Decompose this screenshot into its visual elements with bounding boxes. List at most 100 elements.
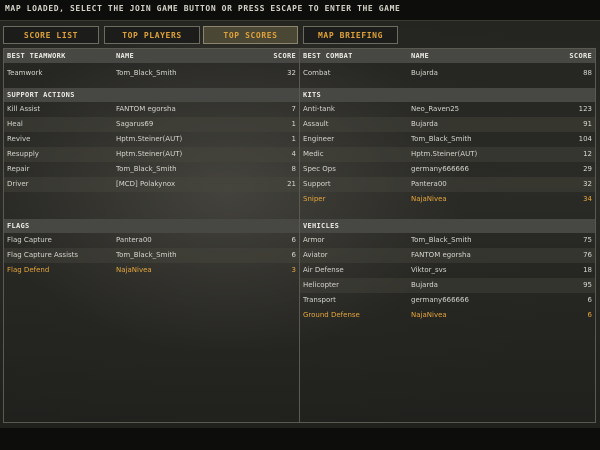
table-row: Air Defense Viktor_svs 18 [300, 263, 595, 278]
score-value: 104 [578, 135, 592, 143]
player-name: Tom_Black_Smith [411, 236, 472, 244]
category-label: Helicopter [303, 281, 339, 289]
player-name: Pantera00 [411, 180, 447, 188]
table-row: Assault Bujarda 91 [300, 117, 595, 132]
tab-top-players[interactable]: TOP PLAYERS [104, 26, 200, 44]
player-name: FANTOM egorsha [116, 105, 176, 113]
table-row-highlighted: Sniper NajaNivea 34 [300, 192, 595, 207]
score-value: 88 [583, 69, 592, 77]
table-row: Flag Capture Pantera00 6 [4, 233, 299, 248]
tab-score-list[interactable]: SCORE LIST [3, 26, 99, 44]
section-title: BEST TEAMWORK [7, 52, 66, 60]
status-message: MAP LOADED, SELECT THE JOIN GAME BUTTON … [5, 4, 401, 13]
category-label: Armor [303, 236, 325, 244]
tab-map-briefing[interactable]: MAP BRIEFING [303, 26, 398, 44]
category-label: Driver [7, 180, 29, 188]
section-title: KITS [303, 91, 322, 99]
score-value: 6 [587, 311, 592, 319]
section-header: VEHICLES [300, 219, 595, 233]
player-name: Tom_Black_Smith [116, 165, 177, 173]
score-value: 91 [583, 120, 592, 128]
table-row: Transport germany666666 6 [300, 293, 595, 308]
score-value: 75 [583, 236, 592, 244]
score-value: 95 [583, 281, 592, 289]
table-row: Anti-tank Neo_Raven25 123 [300, 102, 595, 117]
player-name: Hptm.Steiner(AUT) [116, 150, 183, 158]
score-value: 3 [291, 266, 296, 274]
table-row: Medic Hptm.Steiner(AUT) 12 [300, 147, 595, 162]
score-value: 1 [291, 120, 296, 128]
category-label: Kill Assist [7, 105, 41, 113]
tab-top-scores[interactable]: TOP SCORES [203, 26, 298, 44]
table-row: Resupply Hptm.Steiner(AUT) 4 [4, 147, 299, 162]
score-value: 18 [583, 266, 592, 274]
category-label: Aviator [303, 251, 328, 259]
score-value: 32 [287, 69, 296, 77]
category-label: Ground Defense [303, 311, 360, 319]
category-label: Flag Defend [7, 266, 50, 274]
table-row: Spec Ops germany666666 29 [300, 162, 595, 177]
name-column-header: NAME [116, 52, 135, 60]
table-row: Flag Capture Assists Tom_Black_Smith 6 [4, 248, 299, 263]
category-label: Medic [303, 150, 324, 158]
score-value: 7 [291, 105, 296, 113]
player-name: Pantera00 [116, 236, 152, 244]
section-title: SUPPORT ACTIONS [7, 91, 75, 99]
table-row: Engineer Tom_Black_Smith 104 [300, 132, 595, 147]
kits-section: KITS Anti-tank Neo_Raven25 123 Assault B… [300, 88, 595, 208]
table-row: Kill Assist FANTOM egorsha 7 [4, 102, 299, 117]
score-value: 123 [578, 105, 592, 113]
table-row: Teamwork Tom_Black_Smith 32 [4, 66, 299, 81]
score-value: 6 [291, 236, 296, 244]
section-title: BEST COMBAT [303, 52, 353, 60]
player-name: NajaNivea [411, 195, 447, 203]
category-label: Engineer [303, 135, 335, 143]
section-header: BEST COMBAT NAME SCORE [300, 49, 595, 63]
table-row-highlighted: Ground Defense NajaNivea 6 [300, 308, 595, 323]
score-value: 32 [583, 180, 592, 188]
category-label: Transport [303, 296, 336, 304]
category-label: Flag Capture Assists [7, 251, 79, 259]
player-name: Tom_Black_Smith [116, 69, 177, 77]
category-label: Spec Ops [303, 165, 336, 173]
category-label: Sniper [303, 195, 326, 203]
player-name: Sagarus69 [116, 120, 154, 128]
table-row: Repair Tom_Black_Smith 8 [4, 162, 299, 177]
table-row: Armor Tom_Black_Smith 75 [300, 233, 595, 248]
score-value: 29 [583, 165, 592, 173]
player-name: Bujarda [411, 120, 438, 128]
score-value: 12 [583, 150, 592, 158]
player-name: Viktor_svs [411, 266, 447, 274]
table-row: Support Pantera00 32 [300, 177, 595, 192]
section-title: VEHICLES [303, 222, 340, 230]
category-label: Revive [7, 135, 31, 143]
score-column-header: SCORE [273, 52, 296, 60]
score-value: 6 [587, 296, 592, 304]
table-row: Revive Hptm.Steiner(AUT) 1 [4, 132, 299, 147]
category-label: Heal [7, 120, 23, 128]
score-value: 76 [583, 251, 592, 259]
table-row: Helicopter Bujarda 95 [300, 278, 595, 293]
section-header: BEST TEAMWORK NAME SCORE [4, 49, 299, 63]
name-column-header: NAME [411, 52, 430, 60]
section-header: FLAGS [4, 219, 299, 233]
vehicles-section: VEHICLES Armor Tom_Black_Smith 75 Aviato… [300, 219, 595, 324]
section-title: FLAGS [7, 222, 30, 230]
score-value: 4 [291, 150, 296, 158]
player-name: NajaNivea [411, 311, 447, 319]
player-name: Neo_Raven25 [411, 105, 460, 113]
best-teamwork-section: BEST TEAMWORK NAME SCORE Teamwork Tom_Bl… [4, 49, 299, 83]
player-name: Hptm.Steiner(AUT) [116, 135, 183, 143]
player-name: FANTOM egorsha [411, 251, 471, 259]
category-label: Anti-tank [303, 105, 335, 113]
player-name: Tom_Black_Smith [411, 135, 472, 143]
bottom-bar [0, 428, 600, 450]
category-label: Support [303, 180, 331, 188]
status-bar: MAP LOADED, SELECT THE JOIN GAME BUTTON … [0, 0, 600, 21]
score-value: 34 [583, 195, 592, 203]
table-row: Aviator FANTOM egorsha 76 [300, 248, 595, 263]
category-label: Flag Capture [7, 236, 52, 244]
player-name: NajaNivea [116, 266, 152, 274]
player-name: germany666666 [411, 165, 469, 173]
best-combat-section: BEST COMBAT NAME SCORE Combat Bujarda 88 [300, 49, 595, 83]
